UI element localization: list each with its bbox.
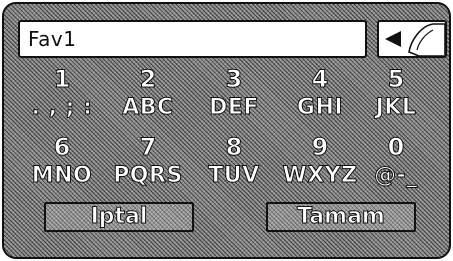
key-letters: ABC [122,95,174,120]
key-letters: JKL [375,95,417,120]
key-letters: MNO [31,163,93,188]
cancel-button[interactable]: Iptal [44,202,194,232]
backspace-button[interactable] [377,20,447,58]
key-letters: DEF [209,95,259,120]
key-digit: 5 [387,65,405,93]
key-digit: 1 [53,65,71,93]
key-digit: 4 [311,65,329,93]
pointing-finger-icon [408,23,445,56]
backspace-arrow-icon [385,23,445,56]
key-digit: 8 [225,133,243,161]
text-input-field[interactable]: Fav1 [18,20,367,58]
key-letters: . , ; : [31,95,93,120]
key-digit: 2 [139,65,157,93]
key-digit: 3 [225,65,243,93]
key-digit: 9 [311,133,329,161]
key-letters: @-_ [374,163,418,188]
key-letters: WXYZ [282,163,358,188]
key-digit: 7 [139,133,157,161]
ok-button[interactable]: Tamam [266,202,416,232]
key-letters: TUV [208,163,260,188]
key-digit: 6 [53,133,71,161]
key-letters: GHI [296,95,344,120]
key-digit: 0 [387,133,405,161]
key-letters: PQRS [113,163,183,188]
key-8[interactable]: 8 TUV [192,132,276,240]
keypad-screen: Fav1 1 . , ; : 2 ABC 3 DEF 4 GHI 5 JKL 6… [2,2,451,259]
